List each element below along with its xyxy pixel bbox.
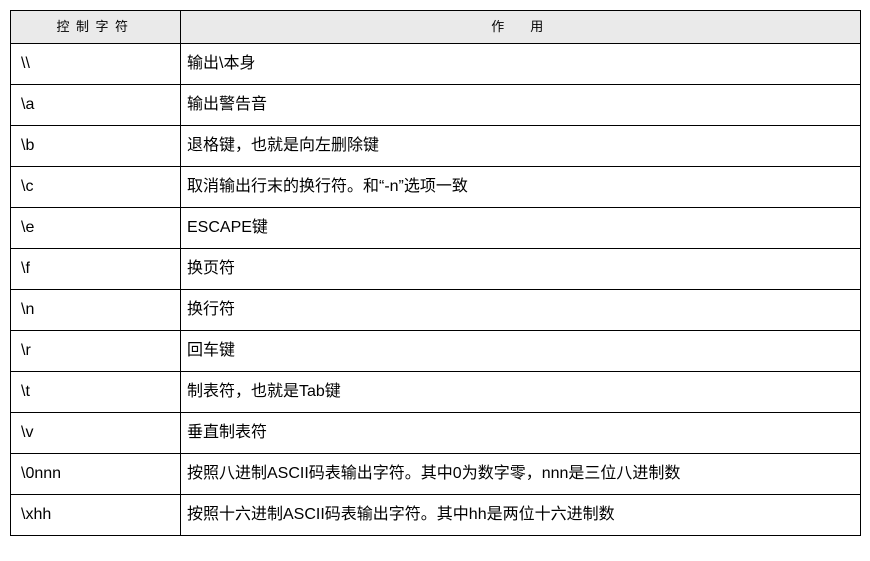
control-char-cell: \b	[11, 125, 181, 166]
control-char-cell: \0nnn	[11, 453, 181, 494]
table-row: \\ 输出\本身	[11, 43, 861, 84]
description-cell: 按照八进制ASCII码表输出字符。其中0为数字零，nnn是三位八进制数	[181, 453, 861, 494]
table-row: \xhh 按照十六进制ASCII码表输出字符。其中hh是两位十六进制数	[11, 494, 861, 535]
control-char-cell: \f	[11, 248, 181, 289]
control-char-cell: \e	[11, 207, 181, 248]
control-characters-table: 控制字符 作 用 \\ 输出\本身 \a 输出警告音 \b 退格键，也就是向左删…	[10, 10, 861, 536]
control-char-cell: \t	[11, 371, 181, 412]
table-row: \f 换页符	[11, 248, 861, 289]
table-row: \t 制表符，也就是Tab键	[11, 371, 861, 412]
table-row: \e ESCAPE键	[11, 207, 861, 248]
description-cell: 换页符	[181, 248, 861, 289]
control-char-cell: \a	[11, 84, 181, 125]
description-cell: 换行符	[181, 289, 861, 330]
description-cell: 输出\本身	[181, 43, 861, 84]
control-char-cell: \n	[11, 289, 181, 330]
description-cell: 退格键，也就是向左删除键	[181, 125, 861, 166]
control-char-cell: \xhh	[11, 494, 181, 535]
table-header-row: 控制字符 作 用	[11, 11, 861, 44]
header-control-char: 控制字符	[11, 11, 181, 44]
table-row: \a 输出警告音	[11, 84, 861, 125]
description-cell: 输出警告音	[181, 84, 861, 125]
description-cell: ESCAPE键	[181, 207, 861, 248]
control-char-cell: \c	[11, 166, 181, 207]
control-char-cell: \v	[11, 412, 181, 453]
table-row: \v 垂直制表符	[11, 412, 861, 453]
table-row: \b 退格键，也就是向左删除键	[11, 125, 861, 166]
description-cell: 回车键	[181, 330, 861, 371]
table-row: \r 回车键	[11, 330, 861, 371]
table-row: \n 换行符	[11, 289, 861, 330]
control-char-cell: \r	[11, 330, 181, 371]
table-row: \0nnn 按照八进制ASCII码表输出字符。其中0为数字零，nnn是三位八进制…	[11, 453, 861, 494]
table-row: \c 取消输出行末的换行符。和“-n”选项一致	[11, 166, 861, 207]
header-function: 作 用	[181, 11, 861, 44]
description-cell: 按照十六进制ASCII码表输出字符。其中hh是两位十六进制数	[181, 494, 861, 535]
description-cell: 制表符，也就是Tab键	[181, 371, 861, 412]
control-char-cell: \\	[11, 43, 181, 84]
description-cell: 取消输出行末的换行符。和“-n”选项一致	[181, 166, 861, 207]
description-cell: 垂直制表符	[181, 412, 861, 453]
